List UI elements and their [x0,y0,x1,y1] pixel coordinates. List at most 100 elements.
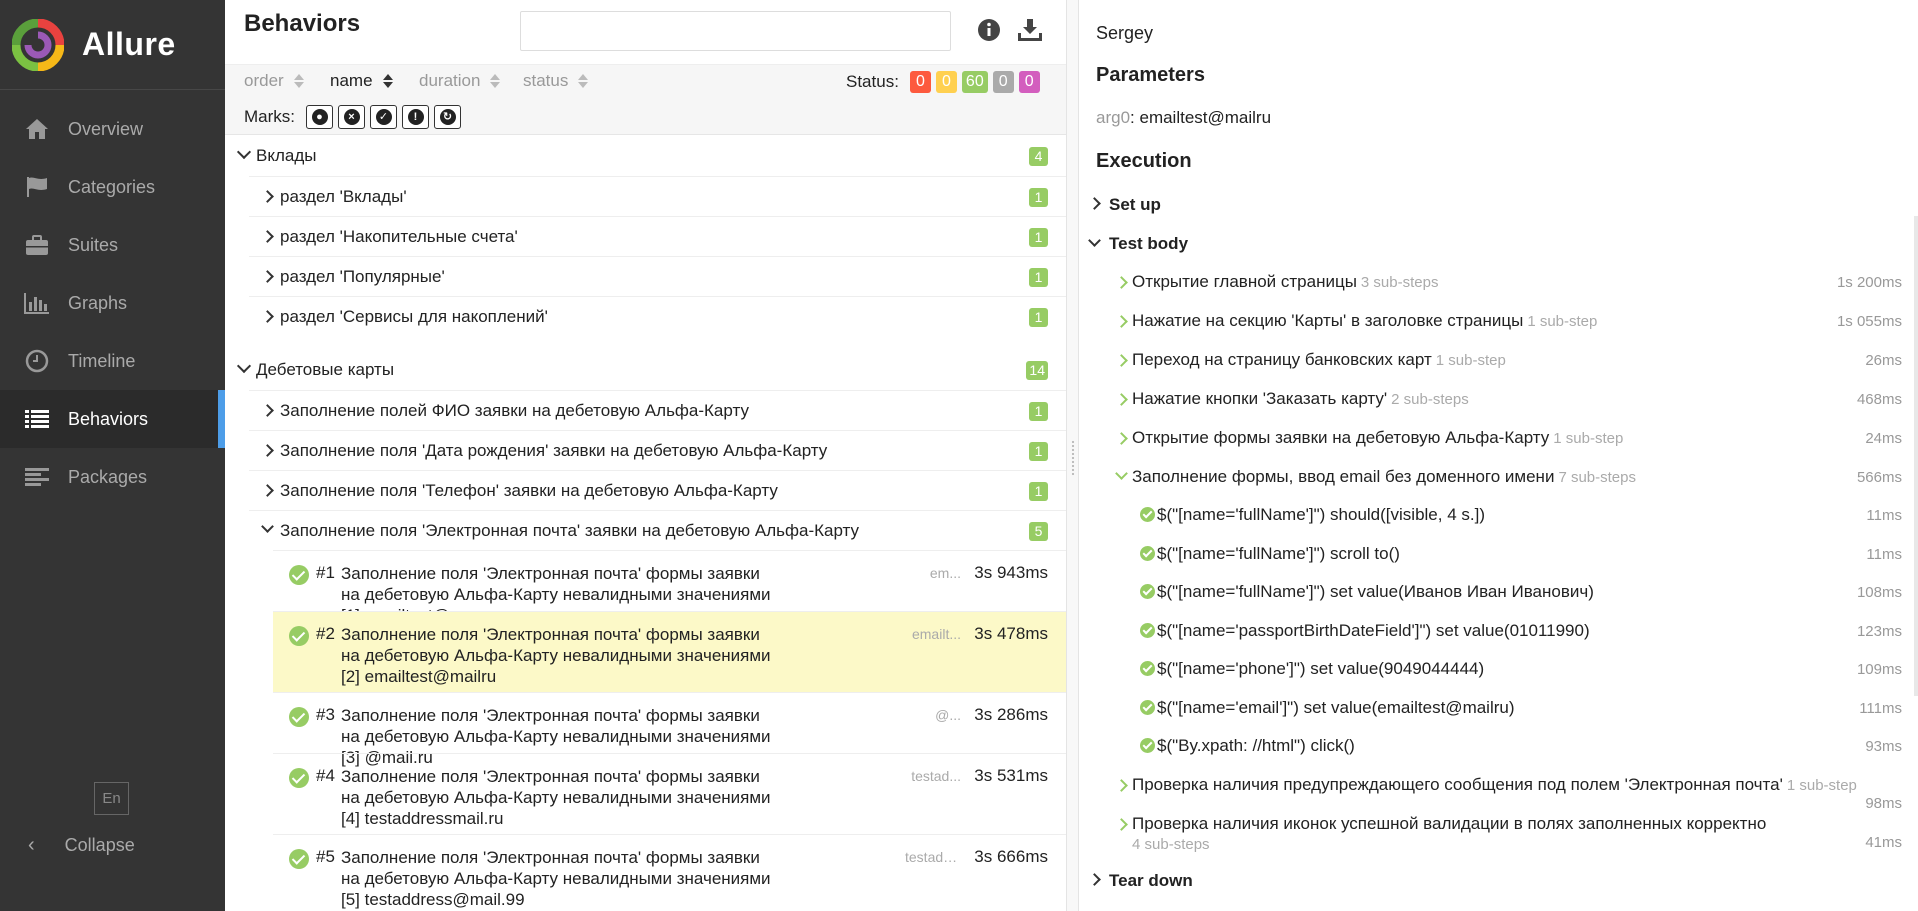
tree-node[interactable]: Заполнение полей ФИО заявки на дебетовую… [249,390,1066,430]
sidebar-item-suites[interactable]: Suites [0,216,225,274]
substep-name: $("[name='fullName']") scroll to() [1157,544,1400,563]
chevron-right-icon [1088,197,1101,210]
briefcase-icon [22,233,52,257]
setup-section[interactable]: Set up [1088,195,1161,215]
info-icon[interactable] [977,18,1001,42]
step-row[interactable]: Проверка наличия иконок успешной валидац… [1080,810,1902,854]
behaviors-header: Behaviors [225,0,1066,65]
substep-row[interactable]: $("[name='passportBirthDateField']") set… [1080,617,1902,655]
behaviors-tree: Вклады 4 раздел 'Вклады' 1 раздел 'Накоп… [225,136,1066,911]
mark-new-broken-toggle[interactable]: ! [402,105,429,129]
substep-row[interactable]: $("By.xpath: //html") click() 93ms [1080,732,1902,770]
sort-name[interactable]: name [330,71,393,91]
tree-group[interactable]: Вклады 4 [225,136,1066,176]
substep-duration: 109ms [1856,661,1902,678]
sidebar-item-graphs[interactable]: Graphs [0,274,225,332]
tree-node[interactable]: раздел 'Вклады' 1 [249,176,1066,216]
test-case-row[interactable]: #1 Заполнение поля 'Электронная почта' ф… [273,550,1066,625]
step-name: Открытие главной страницы [1132,272,1357,291]
step-row[interactable]: Открытие главной страницы 3 sub-steps 1s … [1080,268,1902,306]
behaviors-pane: Behaviors order name duration status Sta… [225,0,1067,911]
passed-status-icon [289,768,309,788]
count-badge: 1 [1029,442,1048,461]
substep-row[interactable]: $("[name='phone']") set value(9049044444… [1080,655,1902,693]
sidebar-item-overview[interactable]: Overview [0,100,225,158]
tree-node[interactable]: раздел 'Популярные' 1 [249,256,1066,296]
sidebar-item-label: Suites [68,234,119,255]
tree-node[interactable]: Заполнение поля 'Дата рождения' заявки н… [249,430,1066,470]
clock-icon [22,349,52,373]
download-icon[interactable] [1017,18,1043,42]
teardown-section[interactable]: Tear down [1088,871,1193,891]
substep-row[interactable]: $("[name='fullName']") should([visible, … [1080,501,1902,539]
test-case-row[interactable]: #4 Заполнение поля 'Электронная почта' ф… [273,753,1066,834]
test-body-section[interactable]: Test body [1088,234,1188,254]
sort-duration[interactable]: duration [419,71,501,91]
mark-flaky-toggle[interactable]: ● [306,105,333,129]
sidebar-item-behaviors[interactable]: Behaviors [0,390,225,448]
count-badge: 1 [1029,188,1048,207]
step-row[interactable]: Переход на страницу банковских карт 1 sub… [1080,346,1902,384]
status-passed-toggle[interactable]: 60 [961,71,988,93]
collapse-button[interactable]: ‹ Collapse [0,820,225,870]
node-name: раздел 'Популярные' [280,267,445,286]
test-case-row[interactable]: #5 Заполнение поля 'Электронная почта' ф… [273,834,1066,911]
sidebar-item-packages[interactable]: Packages [0,448,225,506]
step-row[interactable]: Проверка наличия предупреждающего сообще… [1080,771,1902,812]
test-number: #5 [316,847,335,866]
status-skipped-toggle[interactable]: 0 [992,71,1014,93]
count-badge: 4 [1029,147,1048,166]
step-name: Заполнение формы, ввод email без доменно… [1132,467,1555,486]
test-param: testadd... [905,849,961,865]
sidebar-item-categories[interactable]: Categories [0,158,225,216]
mark-retries-toggle[interactable]: ↻ [434,105,461,129]
test-owner: Sergey [1096,23,1154,43]
step-row[interactable]: Нажатие на секцию 'Карты' в заголовке ст… [1080,307,1902,345]
sort-arrows-icon [293,73,304,89]
pane-splitter[interactable] [1067,0,1079,911]
step-row-expanded[interactable]: Заполнение формы, ввод email без доменно… [1080,463,1902,501]
chevron-right-icon [261,310,274,323]
node-name: раздел 'Вклады' [280,187,407,206]
test-duration: 3s 943ms [974,563,1048,582]
language-button[interactable]: En [94,782,129,815]
chevron-right-icon [1115,276,1128,289]
sidebar-item-timeline[interactable]: Timeline [0,332,225,390]
count-badge: 1 [1029,268,1048,287]
bar-chart-icon [22,291,52,315]
chevron-right-icon [261,404,274,417]
chevron-right-icon [261,444,274,457]
sidebar-item-label: Behaviors [68,408,149,429]
status-broken-toggle[interactable]: 0 [935,71,957,93]
tree-node[interactable]: Заполнение поля 'Телефон' заявки на дебе… [249,470,1066,510]
test-case-row[interactable]: #3 Заполнение поля 'Электронная почта' ф… [273,692,1066,767]
substep-row[interactable]: $("[name='fullName']") scroll to() 11ms [1080,540,1902,578]
count-badge: 1 [1029,402,1048,421]
tree-node[interactable]: раздел 'Накопительные счета' 1 [249,216,1066,256]
substep-row[interactable]: $("[name='fullName']") set value(Иванов … [1080,578,1902,616]
sidebar-item-label: Packages [68,466,148,487]
test-number: #3 [316,705,335,724]
search-input[interactable] [520,11,951,51]
allure-logo [11,18,65,71]
parameter-key: arg0 [1096,108,1131,127]
scrollbar[interactable] [1914,216,1918,696]
status-failed-toggle[interactable]: 0 [909,71,931,93]
chevron-down-icon [1115,467,1128,480]
times-circle-icon: × [343,109,360,125]
mark-new-failed-toggle[interactable]: × [338,105,365,129]
step-row[interactable]: Открытие формы заявки на дебетовую Альфа… [1080,424,1902,462]
status-unknown-toggle[interactable]: 0 [1018,71,1040,93]
mark-new-passed-toggle[interactable]: ✓ [370,105,397,129]
list-icon [22,407,52,431]
step-row[interactable]: Нажатие кнопки 'Заказать карту' 2 sub-ste… [1080,385,1902,423]
substep-row[interactable]: $("[name='email']") set value(emailtest@… [1080,694,1902,732]
tree-node[interactable]: Заполнение поля 'Электронная почта' заяв… [249,510,1066,550]
sort-status[interactable]: status [523,71,589,91]
test-case-row-selected[interactable]: #2 Заполнение поля 'Электронная почта' ф… [273,611,1066,692]
node-name: Заполнение поля 'Дата рождения' заявки н… [280,441,828,460]
tree-node[interactable]: раздел 'Сервисы для накоплений' 1 [249,296,1066,336]
brand[interactable]: Allure [0,0,225,90]
sort-order[interactable]: order [244,71,304,91]
tree-group[interactable]: Дебетовые карты 14 [225,350,1066,390]
